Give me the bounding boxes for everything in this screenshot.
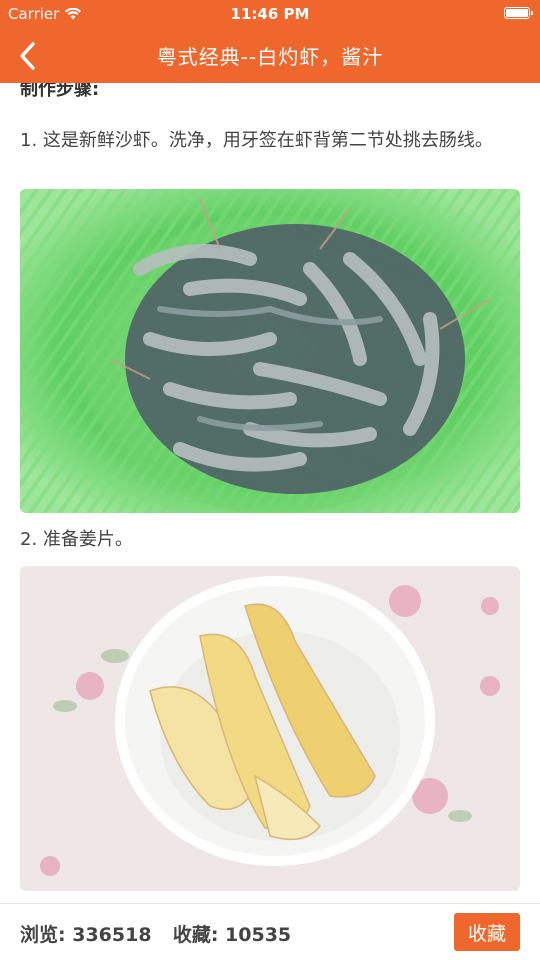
page-title: 粤式经典--白灼虾，酱汁 — [156, 45, 384, 69]
favorites-label: 收藏: — [172, 924, 219, 946]
bottom-bar: 浏览: 336518 收藏: 10535 收藏 — [0, 903, 540, 960]
step-1-image — [20, 189, 520, 513]
steps-heading: 制作步骤: — [20, 83, 100, 100]
shrimp-basket-image — [20, 189, 520, 513]
step-1-text: 1. 这是新鲜沙虾。洗净，用牙签在虾背第二节处挑去肠线。 — [20, 130, 493, 151]
status-time: 11:46 PM — [230, 5, 310, 23]
back-button[interactable] — [10, 38, 46, 74]
views-count: 336518 — [72, 924, 152, 946]
nav-bar: 粤式经典--白灼虾，酱汁 — [0, 28, 540, 83]
status-bar: Carrier 11:46 PM — [0, 0, 540, 28]
stats: 浏览: 336518 收藏: 10535 — [20, 920, 291, 947]
step-2-text: 2. 准备姜片。 — [20, 529, 133, 550]
recipe-steps[interactable]: 制作步骤: 1. 这是新鲜沙虾。洗净，用牙签在虾背第二节处挑去肠线。 2. 准备… — [0, 83, 540, 903]
step-2-image — [20, 566, 520, 891]
favorite-button[interactable]: 收藏 — [454, 913, 520, 951]
favorites-count: 10535 — [225, 924, 292, 946]
chevron-left-icon — [20, 42, 35, 70]
views-label: 浏览: — [20, 924, 66, 946]
ginger-bowl-image — [20, 566, 520, 891]
battery-icon — [504, 7, 533, 19]
